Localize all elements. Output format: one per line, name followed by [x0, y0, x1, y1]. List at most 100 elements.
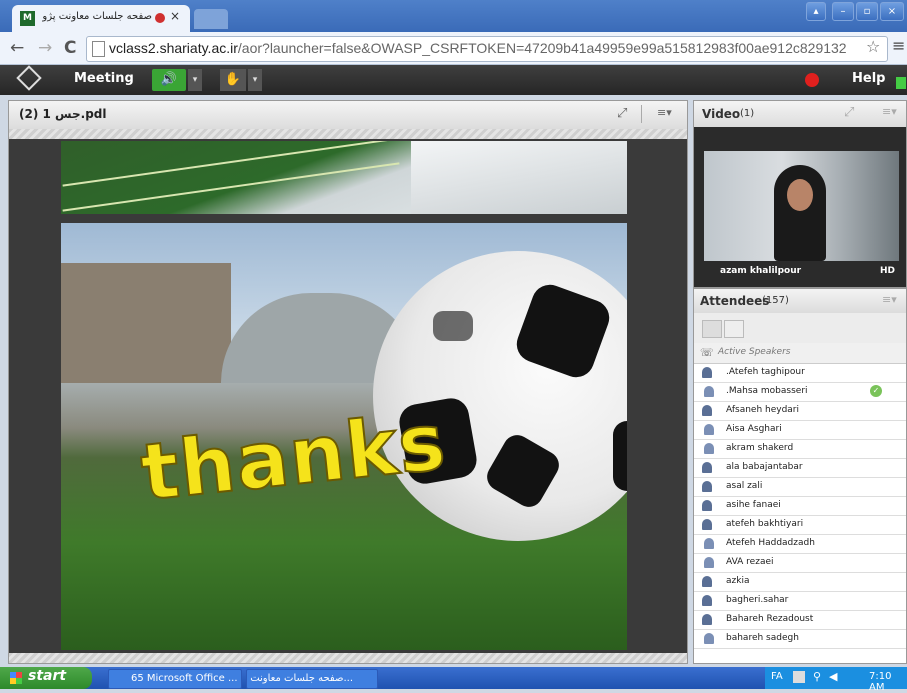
attendee-group-icon — [702, 481, 712, 492]
volume-tray-icon[interactable]: ◀ — [829, 670, 837, 683]
video-title: Video — [702, 107, 741, 121]
maximize-icon[interactable]: ▫ — [856, 2, 878, 21]
list-view-icon[interactable] — [702, 320, 722, 338]
attendee-name: Atefeh Haddadzadh — [726, 538, 815, 548]
speaker-icon[interactable]: 🔊 — [152, 69, 186, 91]
attendee-row[interactable]: atefeh bakhtiyari — [694, 516, 906, 535]
recording-icon — [155, 13, 165, 23]
attendee-row[interactable]: asal zali — [694, 478, 906, 497]
attendee-group-icon — [702, 519, 712, 530]
tab-close-icon[interactable]: × — [170, 9, 180, 23]
url-bar[interactable]: vclass2.shariaty.ac.ir/aor?launcher=fals… — [86, 36, 888, 62]
attendee-name: ala babajantabar — [726, 462, 803, 472]
attendee-icon — [704, 633, 714, 644]
profile-icon[interactable]: ▴ — [806, 2, 826, 21]
attendee-row[interactable]: azkia — [694, 573, 906, 592]
tab-title: صفحه جلسات معاونت پژو... — [42, 11, 152, 22]
url-host: vclass2.shariaty.ac.ir — [109, 40, 238, 56]
attendees-titlebar: Attendees (157) ≡▾ — [694, 289, 906, 313]
attendees-title: Attendees — [700, 294, 770, 308]
start-button[interactable]: start — [0, 667, 92, 689]
menu-icon[interactable]: ≡ — [892, 36, 905, 55]
new-tab-button[interactable] — [194, 9, 228, 29]
taskbar-item-office[interactable]: 65 Microsoft Office ... — [108, 669, 242, 689]
fullscreen-icon[interactable]: ⤢ — [617, 106, 627, 121]
forward-icon[interactable]: → — [38, 38, 52, 58]
windows-taskbar: start 65 Microsoft Office ... ...صفحه جل… — [0, 667, 907, 693]
help-tray-icon[interactable] — [793, 671, 805, 683]
language-indicator[interactable]: FA — [771, 671, 783, 682]
attendee-name: bagheri.sahar — [726, 595, 789, 605]
stadium-building-image — [61, 263, 231, 383]
webcam-video[interactable] — [704, 151, 899, 261]
hd-badge: HD — [880, 266, 896, 276]
attendee-icon — [704, 538, 714, 549]
pod-menu-icon[interactable]: ≡▾ — [657, 106, 672, 119]
attendee-row[interactable]: AVA rezaei — [694, 554, 906, 573]
system-tray: FA ⚲ ◀ 7:10 AM — [765, 667, 907, 693]
attendee-group-icon — [702, 462, 712, 473]
taskbar-item-label: 65 Microsoft Office ... — [131, 673, 238, 684]
attendee-row[interactable]: Afsaneh heydari — [694, 402, 906, 421]
attendee-row[interactable]: Bahareh Rezadoust — [694, 611, 906, 630]
attendee-name: atefeh bakhtiyari — [726, 519, 804, 529]
attendee-name: Bahareh Rezadoust — [726, 614, 814, 624]
attendee-list[interactable]: .Atefeh taghipour .Mahsa mobasseri ✓ Afsane… — [694, 364, 906, 649]
current-slide: thanks — [61, 223, 627, 650]
pod-menu-icon[interactable]: ≡▾ — [882, 105, 897, 118]
attendee-group-icon — [702, 500, 712, 511]
attendee-name: asal zali — [726, 481, 763, 491]
bookmark-star-icon[interactable]: ☆ — [866, 37, 880, 56]
fullscreen-icon[interactable]: ⤢ — [844, 105, 854, 120]
attendee-row[interactable]: .Mahsa mobasseri ✓ — [694, 383, 906, 402]
network-tray-icon[interactable]: ⚲ — [813, 670, 821, 683]
video-pod-titlebar: Video (1) ⤢ ≡▾ — [694, 101, 906, 127]
role-view-icon[interactable] — [724, 320, 744, 338]
soccer-ball-image — [373, 251, 627, 541]
clock: 7:10 AM — [869, 671, 892, 693]
url-text: vclass2.shariaty.ac.ir/aor?launcher=fals… — [109, 40, 847, 56]
share-pod-titlebar: (2) 1 جس.pdl ⤢ ≡▾ — [9, 101, 687, 129]
pod-stripe-bottom — [9, 653, 687, 663]
attendee-row[interactable]: Aisa Asghari — [694, 421, 906, 440]
attendee-row[interactable]: .Atefeh taghipour — [694, 364, 906, 383]
presenter-face — [787, 179, 813, 211]
attendee-icon — [704, 424, 714, 435]
attendee-row[interactable]: asihe fanaei — [694, 497, 906, 516]
attendee-name: Afsaneh heydari — [726, 405, 800, 415]
reload-icon[interactable]: C — [64, 38, 76, 58]
pod-menu-icon[interactable]: ≡▾ — [882, 293, 897, 306]
attendee-group-icon — [702, 595, 712, 606]
status-check-icon: ✓ — [870, 385, 882, 397]
share-pod: (2) 1 جس.pdl ⤢ ≡▾ thanks — [8, 100, 688, 664]
attendee-row[interactable]: Atefeh Haddadzadh — [694, 535, 906, 554]
speaker-dropdown-icon[interactable]: ▾ — [188, 69, 202, 91]
previous-slide-image — [61, 141, 627, 214]
presenter-name: azam khalilpour — [720, 266, 802, 276]
attendee-name: .Atefeh taghipour — [726, 367, 805, 377]
recording-indicator-icon[interactable] — [805, 73, 819, 87]
attendee-icon — [704, 443, 714, 454]
attendee-row[interactable]: ala babajantabar — [694, 459, 906, 478]
close-window-icon[interactable]: × — [880, 2, 904, 21]
attendee-name: akram shakerd — [726, 443, 794, 453]
mic-icon[interactable]: ✋ — [220, 69, 246, 91]
meeting-menu[interactable]: Meeting — [74, 71, 134, 86]
browser-tab[interactable]: M صفحه جلسات معاونت پژو... × — [12, 5, 190, 32]
address-toolbar: ← → C vclass2.shariaty.ac.ir/aor?launche… — [0, 32, 907, 65]
back-icon[interactable]: ← — [10, 38, 24, 58]
taskbar-item-browser[interactable]: ...صفحه جلسات معاونت — [246, 669, 378, 689]
minimize-icon[interactable]: – — [832, 2, 854, 21]
mic-dropdown-icon[interactable]: ▾ — [248, 69, 262, 91]
attendee-icon — [704, 557, 714, 568]
attendee-name: AVA rezaei — [726, 557, 774, 567]
attendee-row[interactable]: akram shakerd — [694, 440, 906, 459]
attendee-group-icon — [702, 367, 712, 378]
attendee-name: asihe fanaei — [726, 500, 781, 510]
attendee-group-icon — [702, 576, 712, 587]
connection-signal-icon — [896, 77, 906, 89]
help-menu[interactable]: Help — [852, 71, 885, 86]
url-path: /aor?launcher=false&OWASP_CSRFTOKEN=4720… — [237, 40, 847, 56]
attendee-row[interactable]: bahareh sadegh — [694, 630, 906, 649]
attendee-row[interactable]: bagheri.sahar — [694, 592, 906, 611]
